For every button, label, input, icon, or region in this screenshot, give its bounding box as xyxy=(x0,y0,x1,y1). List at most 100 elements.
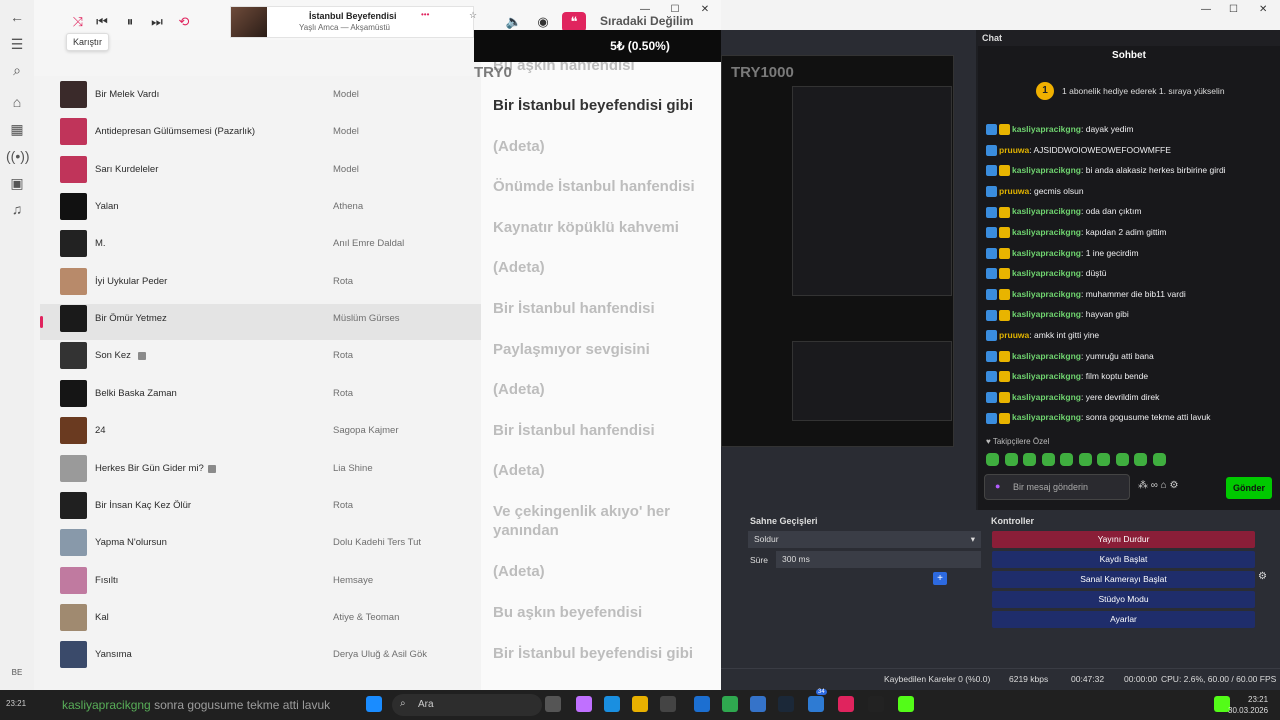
track-artist[interactable]: Sagopa Kajmer xyxy=(333,425,398,436)
chrome-icon[interactable] xyxy=(722,696,738,712)
track-row[interactable]: İyi Uykular Peder Rota xyxy=(40,267,481,303)
lyric-line[interactable]: Bir İstanbul beyefendisi gibi xyxy=(493,96,718,115)
close-icon[interactable]: ✕ xyxy=(1259,4,1267,15)
steam-icon[interactable] xyxy=(778,696,794,712)
search-icon[interactable]: ⌕ xyxy=(6,59,28,81)
track-row[interactable]: Herkes Bir Gün Gider mi? Lia Shine xyxy=(40,454,481,490)
emote-icon[interactable] xyxy=(1078,453,1092,466)
pause-icon[interactable]: ⏸ xyxy=(120,12,140,32)
obs-preview[interactable] xyxy=(721,55,954,447)
menu-icon[interactable]: ☰ xyxy=(6,33,28,55)
track-artist[interactable]: Rota xyxy=(333,388,353,399)
taskview-icon[interactable] xyxy=(545,696,561,712)
chat-username[interactable]: kasliyapracikgng xyxy=(1012,227,1081,237)
lyric-line[interactable]: (Adeta) xyxy=(493,380,718,399)
lyric-line[interactable]: Ve çekingenlik akıyo' her yanından xyxy=(493,502,718,540)
start-icon[interactable] xyxy=(366,696,382,712)
track-artist[interactable]: Rota xyxy=(333,350,353,361)
chat-username[interactable]: kasliyapracikgng xyxy=(1012,371,1081,381)
lyric-line[interactable]: Bir İstanbul beyefendisi gibi xyxy=(493,644,718,663)
duration-field[interactable]: 300 ms xyxy=(776,551,981,568)
music-icon[interactable] xyxy=(838,696,854,712)
track-artist[interactable]: Model xyxy=(333,164,359,175)
lyric-line[interactable]: Paylaşmıyor sevgisini xyxy=(493,340,718,359)
send-button[interactable]: Gönder xyxy=(1226,477,1272,499)
chat-username[interactable]: kasliyapracikgng xyxy=(1012,165,1081,175)
lyric-line[interactable]: (Adeta) xyxy=(493,137,718,156)
next-icon[interactable]: ⏭ xyxy=(147,12,167,32)
track-artist[interactable]: Model xyxy=(333,89,359,100)
playlist-icon[interactable]: ♫ xyxy=(6,198,28,220)
lyric-line[interactable]: Önümde İstanbul hanfendisi xyxy=(493,177,718,196)
track-row[interactable]: 24 Sagopa Kajmer xyxy=(40,416,481,452)
back-icon[interactable]: ← xyxy=(6,6,28,28)
lyric-line[interactable]: (Adeta) xyxy=(493,258,718,277)
track-artist[interactable]: Atiye & Teoman xyxy=(333,612,399,623)
track-artist[interactable]: Athena xyxy=(333,201,363,212)
track-artist[interactable]: Hemsaye xyxy=(333,575,373,586)
photos-icon[interactable] xyxy=(750,696,766,712)
avatar[interactable]: BE xyxy=(6,662,28,684)
browse-icon[interactable]: ▦ xyxy=(6,118,28,140)
repeat-icon[interactable]: ⟲ xyxy=(174,12,194,32)
chat-username[interactable]: kasliyapracikgng xyxy=(1012,392,1081,402)
chat-username[interactable]: kasliyapracikgng xyxy=(1012,309,1081,319)
more-button[interactable]: ••• xyxy=(421,10,429,19)
emote-icon[interactable] xyxy=(1134,453,1147,466)
emote-icon[interactable] xyxy=(1023,453,1036,466)
transition-select[interactable]: Soldur ▾ xyxy=(748,531,981,548)
kick-icon[interactable] xyxy=(898,696,914,712)
track-row[interactable]: Yapma N'olursun Dolu Kadehi Ters Tut xyxy=(40,528,481,564)
control-button[interactable]: Kaydı Başlat xyxy=(992,551,1255,568)
obs-icon[interactable] xyxy=(868,696,884,712)
track-row[interactable]: Antidepresan Gülümsemesi (Pazarlık) Model xyxy=(40,117,481,153)
emote-icon[interactable] xyxy=(1060,453,1073,466)
home-icon[interactable]: ⌂ xyxy=(6,91,28,113)
lyrics-button[interactable]: ❝ xyxy=(562,12,586,32)
track-artist[interactable]: Lia Shine xyxy=(333,463,373,474)
emote-icon[interactable] xyxy=(1115,453,1129,466)
control-button[interactable]: Yayını Durdur xyxy=(992,531,1255,548)
copilot-icon[interactable] xyxy=(576,696,592,712)
add-transition-button[interactable]: + xyxy=(933,572,947,585)
chat-input[interactable]: ● Bir mesaj gönderin xyxy=(984,474,1130,500)
lyric-line[interactable]: Bir İstanbul hanfendisi xyxy=(493,421,718,440)
close-icon[interactable]: ✕ xyxy=(698,4,712,15)
chat-username[interactable]: kasliyapracikgng xyxy=(1012,412,1081,422)
chat-username[interactable]: pruuwa xyxy=(999,186,1029,196)
volume-icon[interactable]: 🔈 xyxy=(504,12,524,32)
track-artist[interactable]: Derya Uluğ & Asil Gök xyxy=(333,649,427,660)
terminal-icon[interactable] xyxy=(660,696,676,712)
library-icon[interactable]: ▣ xyxy=(6,172,28,194)
gear-icon[interactable]: ⚙ xyxy=(1258,571,1267,582)
telegram-icon[interactable]: 34 xyxy=(808,689,827,712)
track-row[interactable]: Bir İnsan Kaç Kez Ölür Rota xyxy=(40,491,481,527)
star-icon[interactable]: ☆ xyxy=(469,10,477,21)
track-artist[interactable]: Dolu Kadehi Ters Tut xyxy=(333,537,421,548)
previous-icon[interactable]: ⏮ xyxy=(92,12,112,32)
lyric-line[interactable]: (Adeta) xyxy=(493,461,718,480)
chat-username[interactable]: kasliyapracikgng xyxy=(1012,206,1081,216)
control-button[interactable]: Stüdyo Modu xyxy=(992,591,1255,608)
airplay-icon[interactable]: ◉ xyxy=(533,12,553,32)
lyric-line[interactable]: Kaynatır köpüklü kahvemi xyxy=(493,218,718,237)
track-row[interactable]: Bir Ömür Yetmez Müslüm Gürses xyxy=(40,304,481,340)
track-artist[interactable]: Rota xyxy=(333,500,353,511)
track-row[interactable]: Son Kez Rota xyxy=(40,341,481,377)
lyric-line[interactable]: (Adeta) xyxy=(493,562,718,581)
chat-username[interactable]: kasliyapracikgng xyxy=(1012,124,1081,134)
chat-username[interactable]: kasliyapracikgng xyxy=(1012,268,1081,278)
shuffle-icon[interactable]: ⤨ xyxy=(68,12,88,32)
track-row[interactable]: Kal Atiye & Teoman xyxy=(40,603,481,639)
chat-username[interactable]: kasliyapracikgng xyxy=(1012,289,1081,299)
track-row[interactable]: Yansıma Derya Uluğ & Asil Gök xyxy=(40,640,481,676)
track-row[interactable]: Sarı Kurdeleler Model xyxy=(40,155,481,191)
emote-icon[interactable] xyxy=(1041,453,1055,466)
track-row[interactable]: M. Anıl Emre Daldal xyxy=(40,229,481,265)
mic-icon[interactable]: ● xyxy=(995,481,1000,491)
chat-username[interactable]: kasliyapracikgng xyxy=(1012,248,1081,258)
minimize-icon[interactable]: — xyxy=(1201,4,1211,15)
emote-icon[interactable] xyxy=(1152,453,1166,466)
chat-username[interactable]: pruuwa xyxy=(999,330,1029,340)
emote-icon[interactable] xyxy=(986,453,999,466)
